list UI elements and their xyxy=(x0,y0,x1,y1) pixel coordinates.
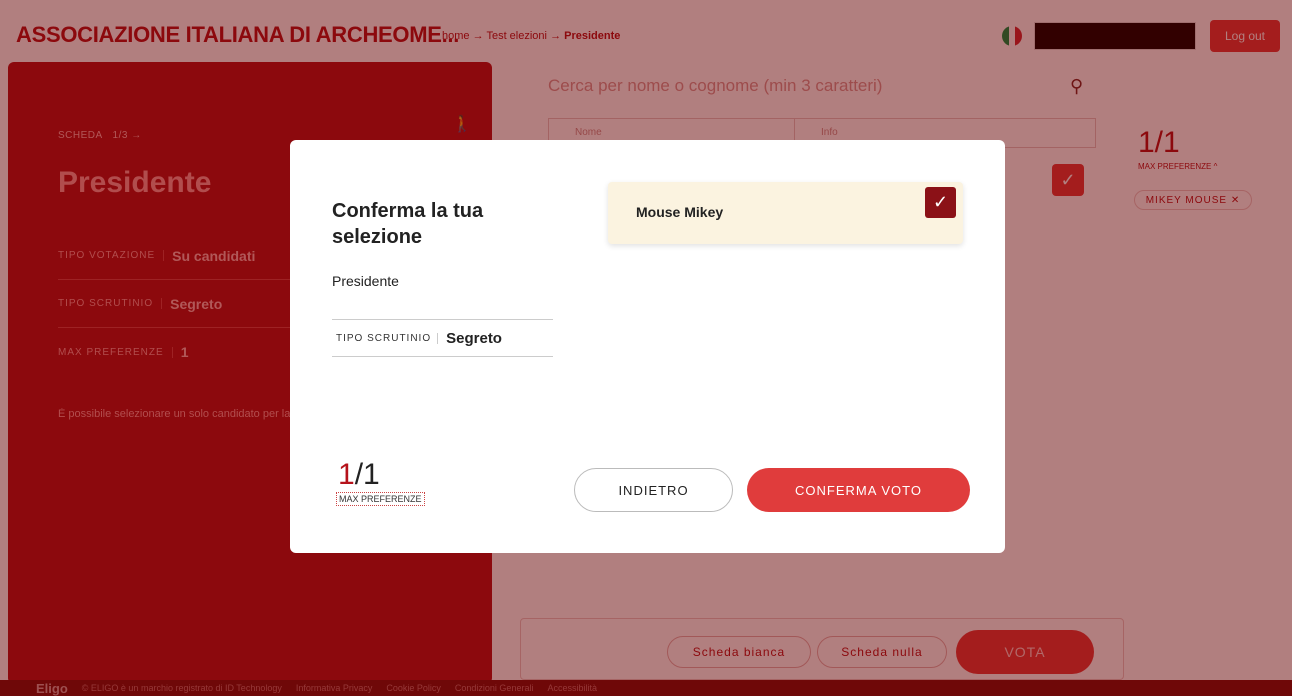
modal-preference-count: 1/1 xyxy=(338,460,380,490)
modal-title: Conferma la tua selezione xyxy=(332,200,484,248)
checkmark-icon: ✓ xyxy=(925,187,956,218)
count-total: /1 xyxy=(354,458,380,491)
modal-row-value: Segreto xyxy=(446,329,502,347)
modal-row-label: TIPO SCRUTINIO xyxy=(332,332,439,344)
candidate-name: Mouse Mikey xyxy=(636,204,724,220)
count-current: 1 xyxy=(338,458,355,491)
back-button[interactable]: INDIETRO xyxy=(574,468,733,512)
modal-ballot-name: Presidente xyxy=(332,273,399,289)
modal-scrutinio-row: TIPO SCRUTINIO Segreto xyxy=(332,319,553,357)
confirm-vote-modal: Conferma la tua selezione Presidente TIP… xyxy=(290,140,1005,553)
confirm-vote-button[interactable]: CONFERMA VOTO xyxy=(747,468,970,512)
selected-candidate-card: Mouse Mikey ✓ xyxy=(608,182,963,244)
modal-max-preferenze-label: MAX PREFERENZE xyxy=(336,492,425,506)
